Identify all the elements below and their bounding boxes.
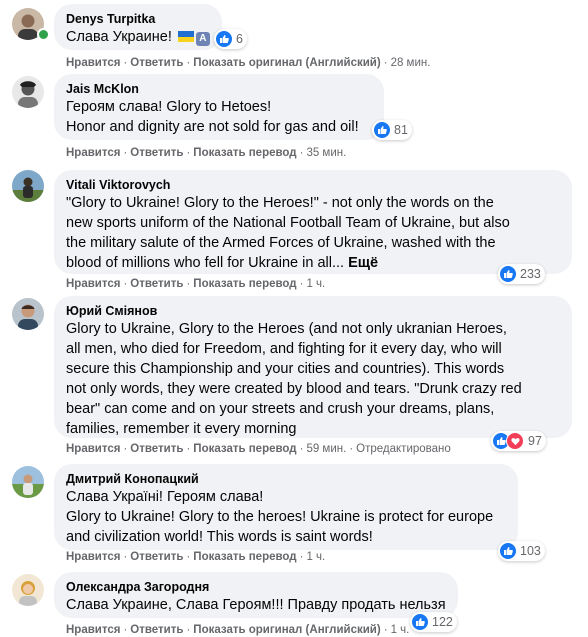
comment-author[interactable]: Jais McKlon — [66, 81, 372, 97]
reaction-count: 103 — [520, 544, 541, 558]
reply-action[interactable]: Ответить — [130, 443, 183, 455]
comment-text: Слава Украине! A — [66, 27, 210, 47]
like-action[interactable]: Нравится — [66, 278, 120, 290]
like-icon — [374, 122, 390, 138]
reaction-count: 97 — [528, 434, 542, 448]
avatar[interactable] — [12, 170, 44, 202]
avatar[interactable] — [12, 76, 44, 108]
reaction-count: 233 — [520, 267, 541, 281]
reply-action[interactable]: Ответить — [130, 624, 183, 636]
comment-text-content: "Glory to Ukraine! Glory to the Heroes!"… — [66, 195, 510, 271]
edited-label: Отредактировано — [356, 443, 451, 455]
comment-author[interactable]: Vitali Viktorovych — [66, 177, 560, 193]
reaction-count: 81 — [394, 123, 408, 137]
comment-bubble: Юрий Смiянов Glory to Ukraine, Glory to … — [54, 296, 572, 438]
translate-action[interactable]: Показать оригинал (Английский) — [193, 57, 380, 69]
translate-action[interactable]: Показать перевод — [193, 278, 296, 290]
comment-text: Слава Украине, Слава Героям!!! Правду пр… — [66, 597, 446, 613]
comment-author[interactable]: Дмитрий Конопацкий — [66, 471, 506, 487]
avatar[interactable] — [12, 298, 44, 330]
comment-text-content: Слава Украине! — [66, 29, 172, 45]
reply-action[interactable]: Ответить — [130, 57, 183, 69]
comment-time[interactable]: 1 ч. — [391, 624, 410, 636]
avatar[interactable] — [12, 574, 44, 606]
reaction-summary[interactable]: 6 — [214, 29, 247, 49]
comment-actions: Нравится · Ответить · Показать перевод · 1 ч. — [66, 551, 326, 563]
comment-actions: Нравится · Ответить · Показать оригинал (Анг… — [66, 624, 410, 636]
translate-action[interactable]: Показать оригинал (Английский) — [193, 624, 380, 636]
ukraine-flag-icon — [177, 31, 194, 42]
reply-action[interactable]: Ответить — [130, 147, 183, 159]
comment-bubble: Дмитрий Конопацкий Слава Україні! Героям… — [54, 464, 518, 550]
comment-actions: Нравится · Ответить · Показать перевод · 35 ми… — [66, 147, 347, 159]
comment-time[interactable]: 59 мин. — [306, 443, 346, 455]
translate-action[interactable]: Показать перевод — [193, 551, 296, 563]
like-action[interactable]: Нравится — [66, 443, 120, 455]
reaction-summary[interactable]: 233 — [498, 264, 545, 284]
reaction-summary[interactable]: 122 — [410, 612, 457, 632]
comment-text: Glory to Ukraine, Glory to the Heroes (a… — [66, 321, 522, 437]
reaction-summary[interactable]: 97 — [491, 431, 546, 451]
comment-time[interactable]: 35 мин. — [306, 147, 346, 159]
like-icon — [216, 31, 232, 47]
see-more-link[interactable]: Ещё — [348, 255, 378, 271]
reaction-summary[interactable]: 103 — [498, 541, 545, 561]
comment-bubble: Олександра Загородня Слава Украине, Слав… — [54, 572, 458, 618]
comment-author[interactable]: Юрий Смiянов — [66, 303, 560, 319]
comment-author[interactable]: Denys Turpitka — [66, 11, 210, 27]
reaction-summary[interactable]: 81 — [372, 120, 412, 140]
comment-time[interactable]: 1 ч. — [306, 278, 325, 290]
reaction-count: 6 — [236, 32, 243, 46]
reply-action[interactable]: Ответить — [130, 278, 183, 290]
comment-time[interactable]: 28 мин. — [391, 57, 431, 69]
comment-actions: Нравится · Ответить · Показать перевод · 59 ми… — [66, 443, 451, 455]
comment-text: Слава Україні! Героям слава! Glory to Uk… — [66, 489, 494, 545]
like-action[interactable]: Нравится — [66, 624, 120, 636]
comment-bubble: Denys Turpitka Слава Украине! A — [54, 4, 222, 50]
heart-icon — [506, 432, 524, 450]
reaction-count: 122 — [432, 615, 453, 629]
like-action[interactable]: Нравится — [66, 57, 120, 69]
like-icon — [500, 266, 516, 282]
online-status-icon — [37, 28, 50, 41]
comment-bubble: Jais McKlon Героям слава! Glory to Hetoe… — [54, 74, 384, 140]
comment-actions: Нравится · Ответить · Показать оригинал (Анг… — [66, 57, 431, 69]
like-action[interactable]: Нравится — [66, 147, 120, 159]
comment-bubble: Vitali Viktorovych "Glory to Ukraine! Gl… — [54, 170, 572, 274]
like-icon — [412, 614, 428, 630]
like-action[interactable]: Нравится — [66, 551, 120, 563]
comment-text: "Glory to Ukraine! Glory to the Heroes!"… — [66, 193, 560, 273]
reply-action[interactable]: Ответить — [130, 551, 183, 563]
a-badge-icon: A — [195, 32, 210, 46]
comment-time[interactable]: 1 ч. — [306, 551, 325, 563]
comment-author[interactable]: Олександра Загородня — [66, 579, 446, 595]
avatar[interactable] — [12, 466, 44, 498]
like-icon — [500, 543, 516, 559]
translate-action[interactable]: Показать перевод — [193, 147, 296, 159]
translate-action[interactable]: Показать перевод — [193, 443, 296, 455]
comment-text: Героям слава! Glory to Hetoes! Honor and… — [66, 99, 359, 135]
comment-actions: Нравится · Ответить · Показать перевод · 1 ч. — [66, 278, 326, 290]
